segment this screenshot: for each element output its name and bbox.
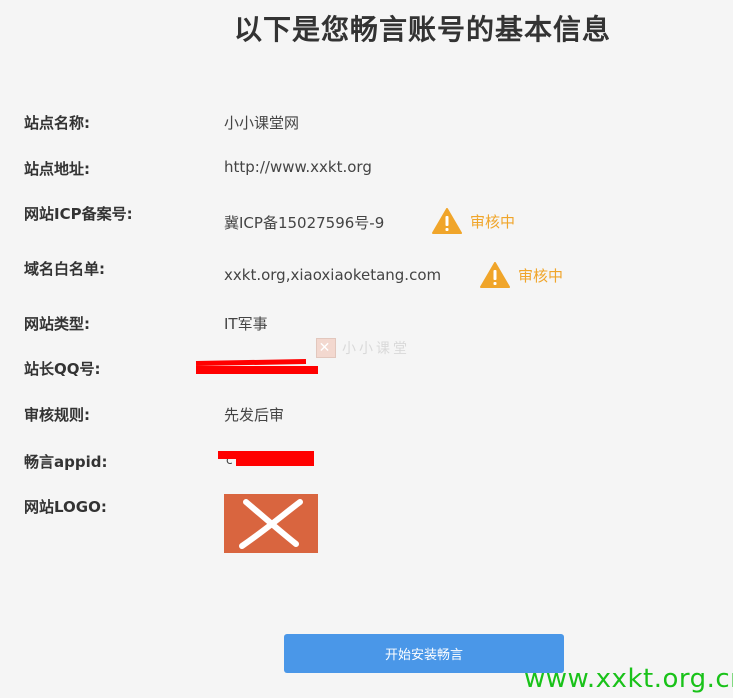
watermark-text: 小小课堂 — [342, 341, 410, 357]
label-logo: 网站LOGO: — [24, 498, 107, 516]
redaction-mark — [195, 359, 307, 366]
warning-triangle-icon — [432, 208, 462, 234]
redaction-mark — [236, 459, 314, 466]
watermark: ✕ 小小课堂 — [316, 338, 410, 358]
redaction-mark — [218, 451, 314, 459]
label-site-url: 站点地址: — [24, 160, 90, 178]
value-site-name: 小小课堂网 — [224, 114, 300, 132]
site-watermark: www.xxkt.org.cn — [524, 664, 733, 694]
start-install-button[interactable]: 开始安装畅言 — [284, 634, 564, 673]
site-logo — [224, 494, 318, 553]
label-qq: 站长QQ号: — [24, 360, 101, 378]
warning-triangle-icon — [480, 262, 510, 288]
label-domain-whitelist: 域名白名单: — [24, 260, 105, 278]
value-icp: 冀ICP备15027596号-9 — [224, 214, 385, 232]
watermark-icon: ✕ — [316, 338, 336, 358]
label-site-type: 网站类型: — [24, 315, 90, 333]
cross-logo-icon — [239, 499, 303, 549]
value-review-rule: 先发后审 — [224, 406, 285, 424]
value-domain-whitelist: xxkt.org,xiaoxiaoketang.com — [224, 266, 442, 284]
label-site-name: 站点名称: — [24, 114, 90, 132]
label-appid: 畅言appid: — [24, 453, 108, 471]
page-title: 以下是您畅言账号的基本信息 — [233, 13, 611, 46]
label-review-rule: 审核规则: — [24, 406, 90, 424]
status-icp-label: 审核中 — [470, 212, 516, 231]
value-site-url: http://www.xxkt.org — [224, 158, 372, 176]
label-icp: 网站ICP备案号: — [24, 205, 133, 223]
redaction-mark — [196, 366, 318, 374]
status-icp: 审核中 — [432, 208, 515, 234]
value-site-type: IT军事 — [224, 315, 268, 333]
status-domain-whitelist-label: 审核中 — [518, 266, 564, 285]
status-domain-whitelist: 审核中 — [480, 262, 563, 288]
